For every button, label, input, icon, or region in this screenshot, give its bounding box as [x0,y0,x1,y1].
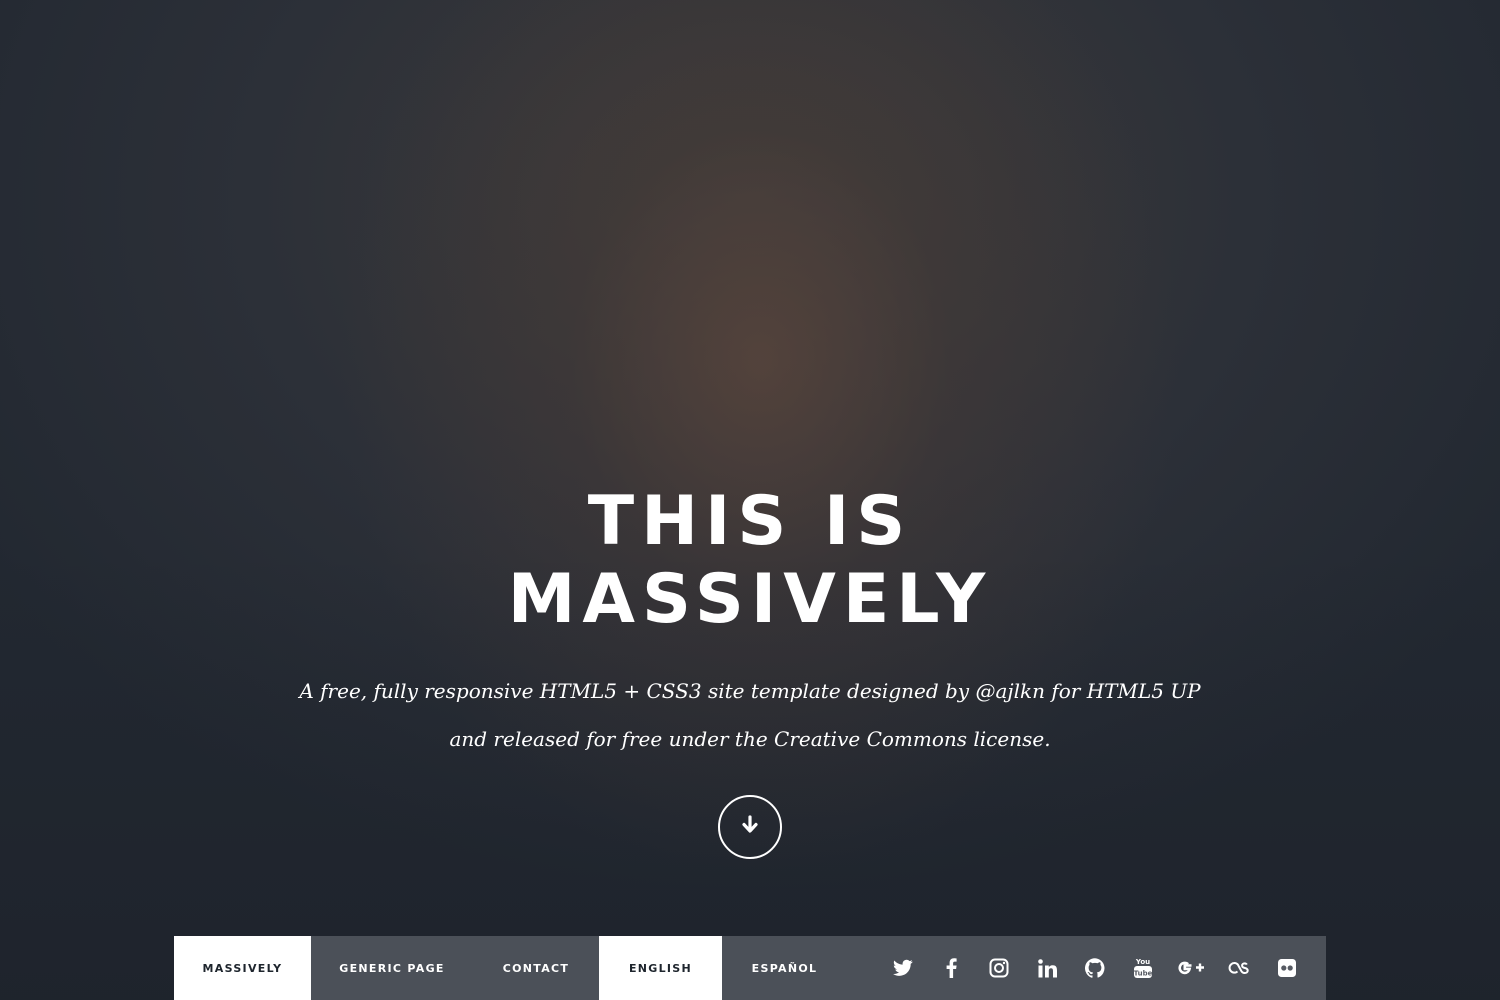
facebook-icon[interactable] [927,936,975,1000]
github-icon[interactable] [1071,936,1119,1000]
flickr-icon[interactable] [1263,936,1311,1000]
lastfm-icon[interactable] [1215,936,1263,1000]
youtube-icon[interactable]: You Tube [1119,936,1167,1000]
linkedin-icon[interactable] [1023,936,1071,1000]
hero-title-line1: THIS IS [587,482,913,561]
nav-item-contact[interactable]: CONTACT [473,936,599,1000]
instagram-icon[interactable] [975,936,1023,1000]
nav-item-massively[interactable]: MASSIVELY [174,936,311,1000]
twitter-icon[interactable] [879,936,927,1000]
main-nav: MASSIVELY GENERIC PAGE CONTACT ENGLISH E… [174,936,1326,1000]
nav-item-generic-page[interactable]: GENERIC PAGE [311,936,473,1000]
arrow-down-icon [740,815,760,839]
hero-title-line2: MASSIVELY [507,560,993,639]
hero-tagline-line2: and released for free under the Creative… [449,727,1051,751]
social-icons: You Tube [847,936,1326,1000]
nav-item-espanol[interactable]: ESPAÑOL [722,936,847,1000]
svg-text:Tube: Tube [1134,970,1153,978]
google-plus-icon[interactable] [1167,936,1215,1000]
scroll-down-button[interactable] [718,795,782,859]
nav-item-english[interactable]: ENGLISH [599,936,722,1000]
hero-tagline-line1: A free, fully responsive HTML5 + CSS3 si… [299,679,1201,703]
hero-section: THIS IS MASSIVELY A free, fully responsi… [0,0,1500,936]
svg-text:You: You [1135,958,1150,966]
